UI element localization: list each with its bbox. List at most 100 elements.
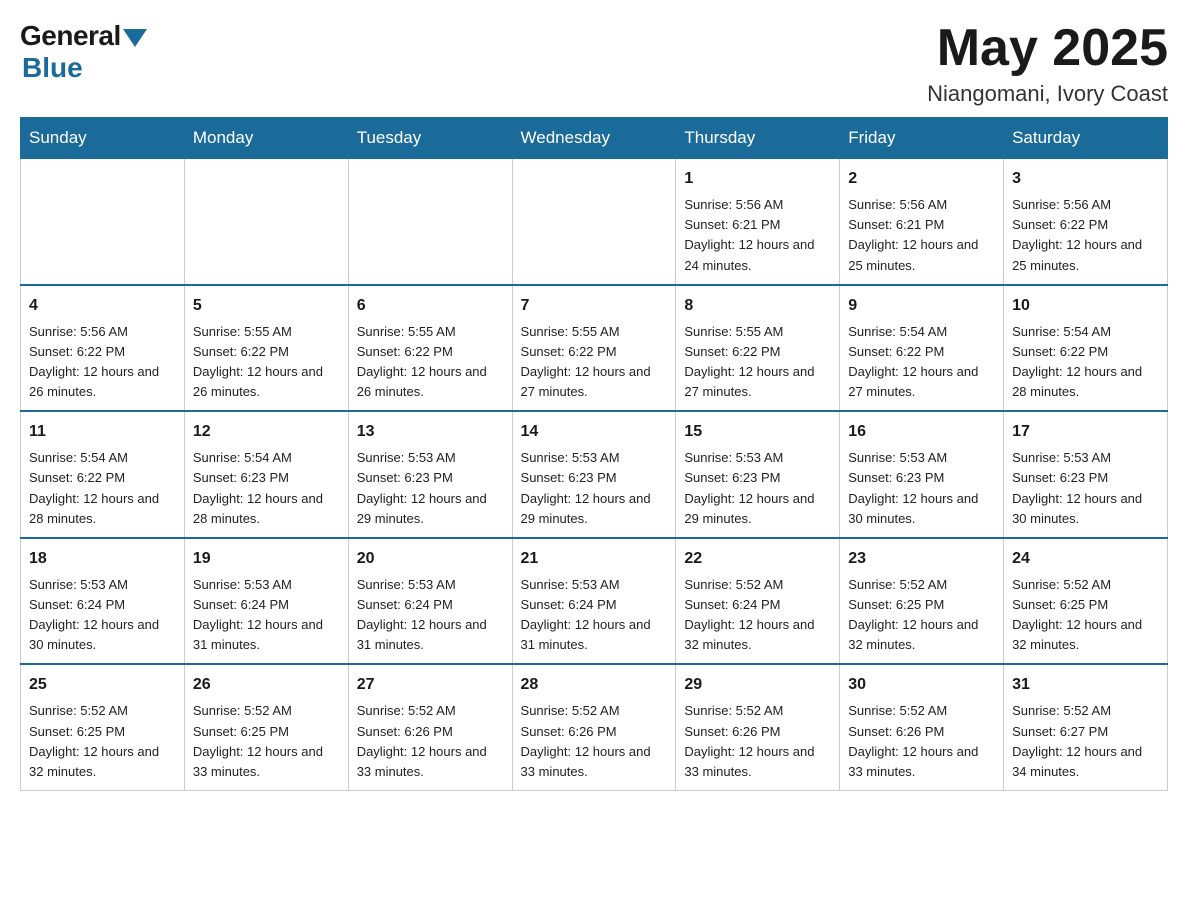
title-section: May 2025 Niangomani, Ivory Coast [927,20,1168,107]
calendar-cell: 18 Sunrise: 5:53 AM Sunset: 6:24 PM Dayli… [21,538,185,665]
calendar-header-row: SundayMondayTuesdayWednesdayThursdayFrid… [21,118,1168,159]
day-number: 29 [684,673,831,697]
calendar-header-wednesday: Wednesday [512,118,676,159]
location-text: Niangomani, Ivory Coast [927,81,1168,107]
calendar-cell: 11Sunrise: 5:54 AM Sunset: 6:22 PM Dayli… [21,411,185,538]
calendar-header-monday: Monday [184,118,348,159]
day-info: Sunrise: 5:55 AM Sunset: 6:22 PM Dayligh… [521,322,668,403]
day-number: 8 [684,294,831,318]
day-number: 21 [521,547,668,571]
day-number: 2 [848,167,995,191]
day-number: 12 [193,420,340,444]
calendar-week-row: 18 Sunrise: 5:53 AM Sunset: 6:24 PM Dayli… [21,538,1168,665]
day-number: 6 [357,294,504,318]
calendar-week-row: 4 Sunrise: 5:56 AM Sunset: 6:22 PM Daylig… [21,285,1168,412]
logo-general-text: General [20,20,121,52]
day-info: Sunrise: 5:53 AM Sunset: 6:24 PM Dayligh… [521,575,668,656]
day-info: Sunrise: 5:52 AM Sunset: 6:26 PM Dayligh… [684,701,831,782]
calendar-cell: 23 Sunrise: 5:52 AM Sunset: 6:25 PM Dayli… [840,538,1004,665]
calendar-cell: 4 Sunrise: 5:56 AM Sunset: 6:22 PM Daylig… [21,285,185,412]
calendar-cell: 25Sunrise: 5:52 AM Sunset: 6:25 PM Dayli… [21,664,185,790]
logo-arrow-icon [123,29,147,47]
day-number: 11 [29,420,176,444]
day-info: Sunrise: 5:53 AM Sunset: 6:23 PM Dayligh… [848,448,995,529]
day-info: Sunrise: 5:52 AM Sunset: 6:26 PM Dayligh… [848,701,995,782]
day-info: Sunrise: 5:52 AM Sunset: 6:25 PM Dayligh… [848,575,995,656]
day-info: Sunrise: 5:54 AM Sunset: 6:22 PM Dayligh… [848,322,995,403]
calendar-cell: 1Sunrise: 5:56 AM Sunset: 6:21 PM Daylig… [676,159,840,285]
page-header: General Blue May 2025 Niangomani, Ivory … [20,20,1168,107]
calendar-week-row: 1 Sunrise: 5:56 AM Sunset: 6:21 PM Daylig… [21,159,1168,285]
calendar-cell: 12 Sunrise: 5:54 AM Sunset: 6:23 PM Dayli… [184,411,348,538]
calendar-cell: 19Sunrise: 5:53 AM Sunset: 6:24 PM Dayli… [184,538,348,665]
calendar-cell [21,159,185,285]
calendar-cell: 8 Sunrise: 5:55 AM Sunset: 6:22 PM Daylig… [676,285,840,412]
day-number: 17 [1012,420,1159,444]
day-number: 22 [684,547,831,571]
calendar-cell: 16 Sunrise: 5:53 AM Sunset: 6:23 PM Dayli… [840,411,1004,538]
calendar-table: SundayMondayTuesdayWednesdayThursdayFrid… [20,117,1168,791]
day-number: 15 [684,420,831,444]
calendar-cell: 10 Sunrise: 5:54 AM Sunset: 6:22 PM Dayli… [1004,285,1168,412]
calendar-header-saturday: Saturday [1004,118,1168,159]
calendar-cell: 9 Sunrise: 5:54 AM Sunset: 6:22 PM Daylig… [840,285,1004,412]
day-number: 31 [1012,673,1159,697]
calendar-header-thursday: Thursday [676,118,840,159]
calendar-week-row: 11Sunrise: 5:54 AM Sunset: 6:22 PM Dayli… [21,411,1168,538]
day-info: Sunrise: 5:52 AM Sunset: 6:27 PM Dayligh… [1012,701,1159,782]
day-info: Sunrise: 5:53 AM Sunset: 6:24 PM Dayligh… [357,575,504,656]
calendar-cell: 29 Sunrise: 5:52 AM Sunset: 6:26 PM Dayli… [676,664,840,790]
day-info: Sunrise: 5:53 AM Sunset: 6:24 PM Dayligh… [29,575,176,656]
calendar-week-row: 25Sunrise: 5:52 AM Sunset: 6:25 PM Dayli… [21,664,1168,790]
day-number: 16 [848,420,995,444]
day-info: Sunrise: 5:54 AM Sunset: 6:23 PM Dayligh… [193,448,340,529]
calendar-cell [184,159,348,285]
day-number: 3 [1012,167,1159,191]
day-info: Sunrise: 5:56 AM Sunset: 6:21 PM Dayligh… [848,195,995,276]
day-info: Sunrise: 5:55 AM Sunset: 6:22 PM Dayligh… [684,322,831,403]
calendar-cell: 14Sunrise: 5:53 AM Sunset: 6:23 PM Dayli… [512,411,676,538]
calendar-cell: 2 Sunrise: 5:56 AM Sunset: 6:21 PM Daylig… [840,159,1004,285]
day-number: 4 [29,294,176,318]
day-number: 24 [1012,547,1159,571]
calendar-cell: 31 Sunrise: 5:52 AM Sunset: 6:27 PM Dayli… [1004,664,1168,790]
calendar-cell: 20 Sunrise: 5:53 AM Sunset: 6:24 PM Dayli… [348,538,512,665]
day-info: Sunrise: 5:53 AM Sunset: 6:23 PM Dayligh… [521,448,668,529]
day-info: Sunrise: 5:53 AM Sunset: 6:23 PM Dayligh… [1012,448,1159,529]
calendar-header-friday: Friday [840,118,1004,159]
day-info: Sunrise: 5:56 AM Sunset: 6:22 PM Dayligh… [29,322,176,403]
calendar-cell [348,159,512,285]
day-info: Sunrise: 5:52 AM Sunset: 6:26 PM Dayligh… [357,701,504,782]
day-number: 28 [521,673,668,697]
day-number: 9 [848,294,995,318]
calendar-cell: 13 Sunrise: 5:53 AM Sunset: 6:23 PM Dayli… [348,411,512,538]
day-number: 13 [357,420,504,444]
calendar-cell: 28 Sunrise: 5:52 AM Sunset: 6:26 PM Dayli… [512,664,676,790]
day-number: 10 [1012,294,1159,318]
day-number: 23 [848,547,995,571]
calendar-cell: 15 Sunrise: 5:53 AM Sunset: 6:23 PM Dayli… [676,411,840,538]
day-info: Sunrise: 5:52 AM Sunset: 6:24 PM Dayligh… [684,575,831,656]
calendar-cell: 30Sunrise: 5:52 AM Sunset: 6:26 PM Dayli… [840,664,1004,790]
day-info: Sunrise: 5:53 AM Sunset: 6:23 PM Dayligh… [684,448,831,529]
month-title: May 2025 [927,20,1168,77]
day-info: Sunrise: 5:53 AM Sunset: 6:23 PM Dayligh… [357,448,504,529]
logo-blue-text: Blue [22,52,83,84]
day-number: 20 [357,547,504,571]
day-number: 1 [684,167,831,191]
calendar-cell: 26Sunrise: 5:52 AM Sunset: 6:25 PM Dayli… [184,664,348,790]
calendar-header-tuesday: Tuesday [348,118,512,159]
calendar-cell [512,159,676,285]
day-info: Sunrise: 5:52 AM Sunset: 6:25 PM Dayligh… [193,701,340,782]
day-number: 27 [357,673,504,697]
calendar-cell: 24Sunrise: 5:52 AM Sunset: 6:25 PM Dayli… [1004,538,1168,665]
day-info: Sunrise: 5:54 AM Sunset: 6:22 PM Dayligh… [1012,322,1159,403]
calendar-cell: 21 Sunrise: 5:53 AM Sunset: 6:24 PM Dayli… [512,538,676,665]
calendar-cell: 27 Sunrise: 5:52 AM Sunset: 6:26 PM Dayli… [348,664,512,790]
calendar-cell: 17 Sunrise: 5:53 AM Sunset: 6:23 PM Dayli… [1004,411,1168,538]
day-number: 18 [29,547,176,571]
day-info: Sunrise: 5:52 AM Sunset: 6:26 PM Dayligh… [521,701,668,782]
calendar-header-sunday: Sunday [21,118,185,159]
day-number: 5 [193,294,340,318]
calendar-cell: 6Sunrise: 5:55 AM Sunset: 6:22 PM Daylig… [348,285,512,412]
